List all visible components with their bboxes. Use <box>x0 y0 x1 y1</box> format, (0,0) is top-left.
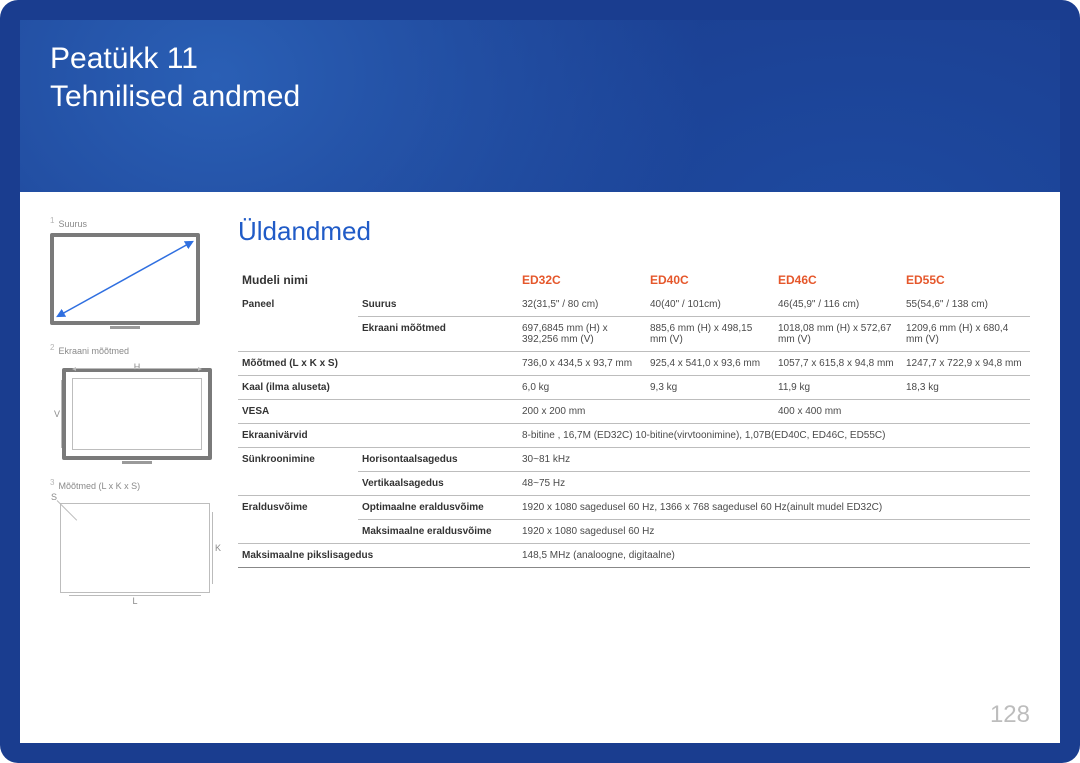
spec-table: Mudeli nimi ED32C ED40C ED46C ED55C Pane… <box>238 267 1030 568</box>
cell-maks: Maksimaalne eraldusvõime <box>358 520 518 544</box>
note-num: 3 <box>50 478 54 487</box>
cell: 736,0 x 434,5 x 93,7 mm <box>518 352 646 376</box>
cell: 885,6 mm (H) x 498,15 mm (V) <box>646 317 774 352</box>
note-1: 1 Suurus <box>50 216 212 325</box>
chapter-header: Peatükk 11 Tehnilised andmed <box>50 40 300 115</box>
page-number: 128 <box>990 701 1030 729</box>
cell: 40(40" / 101cm) <box>646 293 774 317</box>
diagram-lxkxs: S K L <box>60 503 210 593</box>
cell: 9,3 kg <box>646 376 774 400</box>
cell-vert: Vertikaalsagedus <box>358 472 518 496</box>
row-opt: Eraldusvõime Optimaalne eraldusvõime 192… <box>238 496 1030 520</box>
cell: 48~75 Hz <box>518 472 1030 496</box>
diagonal-arrow-icon <box>54 237 196 321</box>
dim-v-label: V <box>54 372 60 456</box>
cell: 46(45,9" / 116 cm) <box>774 293 902 317</box>
cell: 400 x 400 mm <box>774 400 1030 424</box>
cell-horis: Horisontaalsagedus <box>358 448 518 472</box>
content-area: 1 Suurus <box>20 192 1060 743</box>
cell: 1057,7 x 615,8 x 94,8 mm <box>774 352 902 376</box>
cell-mootmed: Mõõtmed (L x K x S) <box>238 352 518 376</box>
note-3: 3 Mõõtmed (L x K x S) S K L <box>50 478 212 593</box>
cell: 8-bitine , 16,7M (ED32C) 10-bitine(virvt… <box>518 424 1030 448</box>
col-ed32: ED32C <box>518 267 646 293</box>
cell-sunkr: Sünkroonimine <box>238 448 358 496</box>
cell-kaal: Kaal (ilma aluseta) <box>238 376 518 400</box>
note-2: 2 Ekraani mõõtmed H V <box>50 343 212 460</box>
row-kaal: Kaal (ilma aluseta) 6,0 kg 9,3 kg 11,9 k… <box>238 376 1030 400</box>
chapter-label: Peatükk 11 <box>50 40 300 78</box>
row-piksl: Maksimaalne pikslisagedus 148,5 MHz (ana… <box>238 544 1030 568</box>
section-title: Üldandmed <box>238 216 1030 247</box>
row-suurus: Paneel Suurus 32(31,5" / 80 cm) 40(40" /… <box>238 293 1030 317</box>
cell: 925,4 x 541,0 x 93,6 mm <box>646 352 774 376</box>
cell-vesa: VESA <box>238 400 518 424</box>
dim-k-label: K <box>215 543 221 553</box>
cell: 1018,08 mm (H) x 572,67 mm (V) <box>774 317 902 352</box>
note-label: Ekraani mõõtmed <box>58 346 129 356</box>
col-ed55: ED55C <box>902 267 1030 293</box>
note-num: 1 <box>50 216 54 225</box>
cell: 6,0 kg <box>518 376 646 400</box>
cell: 148,5 MHz (analoogne, digitaalne) <box>518 544 1030 568</box>
cell: 11,9 kg <box>774 376 902 400</box>
cell-suurus: Suurus <box>358 293 518 317</box>
note-label: Mõõtmed (L x K x S) <box>58 481 140 491</box>
table-header-row: Mudeli nimi ED32C ED40C ED46C ED55C <box>238 267 1030 293</box>
spec-main: Üldandmed Mudeli nimi ED32C ED40C ED46C … <box>238 216 1030 611</box>
cell-opt: Optimaalne eraldusvõime <box>358 496 518 520</box>
cell-piksl: Maksimaalne pikslisagedus <box>238 544 518 568</box>
dim-l-label: L <box>132 596 137 606</box>
col-ed46: ED46C <box>774 267 902 293</box>
row-horis: Sünkroonimine Horisontaalsagedus 30~81 k… <box>238 448 1030 472</box>
page-title: Tehnilised andmed <box>50 78 300 116</box>
cell: 1209,6 mm (H) x 680,4 mm (V) <box>902 317 1030 352</box>
diagram-screen: H V <box>62 368 212 460</box>
cell: 200 x 200 mm <box>518 400 774 424</box>
cell: 30~81 kHz <box>518 448 1030 472</box>
row-varvid: Ekraanivärvid 8-bitine , 16,7M (ED32C) 1… <box>238 424 1030 448</box>
diagram-size <box>50 233 200 325</box>
dim-h-label: H <box>66 362 208 372</box>
cell-ekraani: Ekraani mõõtmed <box>358 317 518 352</box>
cell-erald: Eraldusvõime <box>238 496 358 544</box>
cell: 697,6845 mm (H) x 392,256 mm (V) <box>518 317 646 352</box>
cell-paneel: Paneel <box>238 293 358 352</box>
cell: 1920 x 1080 sagedusel 60 Hz, 1366 x 768 … <box>518 496 1030 520</box>
cell: 1247,7 x 722,9 x 94,8 mm <box>902 352 1030 376</box>
cell: 1920 x 1080 sagedusel 60 Hz <box>518 520 1030 544</box>
cell: 55(54,6" / 138 cm) <box>902 293 1030 317</box>
row-mootmed: Mõõtmed (L x K x S) 736,0 x 434,5 x 93,7… <box>238 352 1030 376</box>
col-model: Mudeli nimi <box>238 267 518 293</box>
cell-varvid: Ekraanivärvid <box>238 424 518 448</box>
row-vesa: VESA 200 x 200 mm 400 x 400 mm <box>238 400 1030 424</box>
col-ed40: ED40C <box>646 267 774 293</box>
cell: 32(31,5" / 80 cm) <box>518 293 646 317</box>
note-label: Suurus <box>58 219 87 229</box>
cell: 18,3 kg <box>902 376 1030 400</box>
note-num: 2 <box>50 343 54 352</box>
sidebar-notes: 1 Suurus <box>50 216 212 611</box>
page: Peatükk 11 Tehnilised andmed 1 Suurus <box>0 0 1080 763</box>
